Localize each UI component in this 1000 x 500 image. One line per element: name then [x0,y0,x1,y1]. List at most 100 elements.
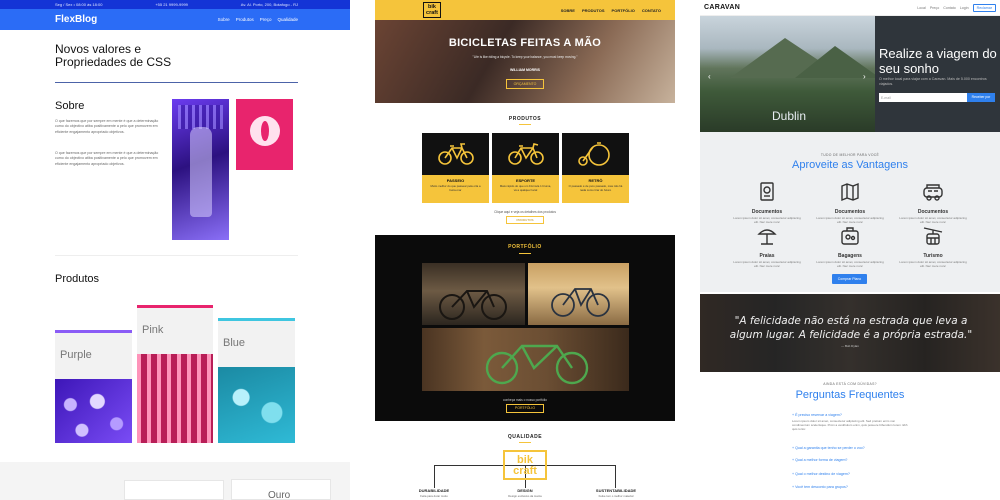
product-card-pink[interactable]: Pink [137,305,213,443]
nav-item-contato[interactable]: Contato [943,6,956,10]
product-card-blue[interactable]: Blue [218,318,295,443]
nav-item-produtos[interactable]: PRODUTOS [582,8,605,13]
product-name: RETRÔ [588,178,603,183]
nav-item-portfolio[interactable]: PORTFÓLIO [612,8,635,13]
faq-question[interactable]: + Qual o melhor destino de viagem? [792,472,850,476]
nav-item-preco[interactable]: Preço [930,6,939,10]
quality-item-desc: Feita para durar muito [420,494,448,498]
product-card[interactable]: PASSEIO Muito melhor do que passear pela… [422,133,489,203]
sobre-paragraph: O que fazemos que por sempre em mente é … [55,119,159,134]
logo[interactable]: bik craft [423,2,441,18]
produtos-button[interactable]: PRODUTOS [506,216,544,224]
woman-window-image [172,99,229,240]
sobre-paragraph: O que fazemos que por sempre em mente é … [55,151,159,166]
feature-desc: Lorem ipsum dolor sit amet, consectetur … [733,216,801,225]
portfolio-photo[interactable] [422,263,525,325]
reclamar-button[interactable]: Reclamar [972,3,996,12]
card-accent-bar [218,318,295,321]
pricing-card-title: Ouro [268,490,291,500]
faq-question[interactable]: + Qual a melhor forma de viagem? [792,458,847,462]
main-nav: FlexBlog Sobre Produtos Preço Qualidade [0,9,350,30]
faq-question[interactable]: + Você tem desconto para grupos? [792,485,848,489]
nav-item-preco[interactable]: Preço [260,17,272,22]
portfolio-section: PORTFÓLIO conheça mais o nosso portfólio… [375,235,675,421]
card-accent-bar [137,305,213,308]
portfolio-button[interactable]: PORTFÓLIO [506,404,544,413]
section-kicker: AINDA ESTÁ COM DÚVIDAS? [823,382,877,386]
cablecar-icon [923,227,943,245]
chevron-right-icon[interactable]: › [863,72,866,81]
section-title: QUALIDADE [507,434,543,440]
portfolio-photo[interactable] [528,263,629,325]
nav-menu: Sobre Produtos Preço Qualidade [218,17,298,22]
flexblog-page: Seg / Sex • 08:00 às 18:00 +55 21 9999-9… [0,0,350,500]
topbar-address: Av. Al. Porto, 200, Botafogo - RJ [240,2,298,7]
nav-item-sobre[interactable]: SOBRE [561,8,575,13]
title-underline [519,442,531,443]
section-title: PORTFÓLIO [508,244,542,250]
nav-item-qualidade[interactable]: Qualidade [277,17,298,22]
hero-title: Realize a viagem do seu sonho [879,46,997,76]
map-icon [841,182,859,202]
portfolio-note: conheça mais o nosso portfólio [503,398,547,402]
product-desc: O passado é de puro passado, mas não há … [568,184,623,192]
title-underline [519,124,531,125]
produtos-note: Clique aqui e veja os detalhes dos produ… [494,210,556,214]
feature-item: Documentos Lorem ipsum dolor sit amet, c… [732,181,802,224]
nav-item-contato[interactable]: CONTATO [642,8,661,13]
comprar-plano-button[interactable]: Comprar Plano [832,274,867,284]
card-image [137,354,213,443]
faq-question[interactable]: + É preciso reservar a viagem? [792,413,842,417]
luggage-icon [841,227,859,245]
divider [55,82,298,83]
topbar: Seg / Sex • 08:00 às 18:00 +55 21 9999-9… [0,0,350,9]
quality-item-title: SUSTENTABILIDADE [595,488,637,493]
product-card[interactable]: RETRÔ O passado é de puro passado, mas n… [562,133,629,203]
hero-carousel[interactable]: ‹ › Dublin [700,16,880,132]
vantagens-section: TUDO DE MELHOR PARA VOCÊ Aproveite as Va… [700,132,1000,292]
product-name: PASSEIO [446,178,465,183]
nav-item-login[interactable]: Login [960,6,969,10]
feature-title: Bagagens [838,253,862,259]
hero-quote: "Life is like riding a bicycle. To keep … [472,55,578,59]
chevron-left-icon[interactable]: ‹ [708,72,711,81]
nav-item-sobre[interactable]: Sobre [218,17,230,22]
feature-title: Turismo [923,253,943,259]
section-title: Aproveite as Vantagens [792,159,908,171]
card-image [218,367,295,443]
product-card-purple[interactable]: Purple [55,330,132,443]
topbar-phone[interactable]: +55 21 9999-9999 [155,2,188,7]
penny-farthing-icon [562,133,629,175]
quote-text: "A felicidade não está na estrada que le… [729,315,973,341]
portfolio-photo[interactable] [422,328,629,391]
quote-author: — Bob Dylan [841,344,859,348]
quality-item-desc: Feita com o melhor material [598,494,634,498]
logo[interactable]: CARAVAN [704,4,740,11]
logo[interactable]: FlexBlog [55,14,97,25]
email-input[interactable]: E-mail [879,93,967,102]
hero-title: Novos valores e Propriedades de CSS [55,42,172,69]
feature-title: Praias [759,253,775,259]
quality-item-desc: Design exclusivo da marca [508,494,542,498]
topbar-hours: Seg / Sex • 08:00 às 18:00 [55,2,103,7]
faq-answer: Lorem ipsum dolor sit amet, consectetur … [792,419,908,432]
subscribe-button[interactable]: Receber por [967,93,995,102]
feature-desc: Lorem ipsum dolor sit amet, consectetur … [899,216,967,225]
faq-question[interactable]: + Qual a garantia que tenho se perder o … [792,446,865,450]
nav-menu: SOBRE PRODUTOS PORTFÓLIO CONTATO [561,8,661,13]
quality-item-title: DESIGN [517,488,533,493]
card-label: Pink [142,324,164,336]
main-nav: CARAVAN Local Preço Contato Login Reclam… [700,0,1000,16]
bikcraft-page: bik craft SOBRE PRODUTOS PORTFÓLIO CONTA… [375,0,675,500]
product-card[interactable]: ESPORTE Mais rápido do que um Fórmula 1 … [492,133,559,203]
hero-title: BICICLETAS FEITAS A MÃO [448,37,602,49]
orcamento-button[interactable]: ORÇAMENTO [506,79,544,89]
van-icon [923,184,943,201]
pricing-card[interactable] [124,480,224,500]
feature-item: Turismo Lorem ipsum dolor sit amet, cons… [898,225,968,268]
feature-desc: Lorem ipsum dolor sit amet, consectetur … [816,216,884,225]
nav-item-local[interactable]: Local [917,6,926,10]
nav-item-produtos[interactable]: Produtos [236,17,254,22]
feature-item: Documentos Lorem ipsum dolor sit amet, c… [898,181,968,224]
product-desc: Muito melhor do que passear pela orla a … [430,184,481,192]
